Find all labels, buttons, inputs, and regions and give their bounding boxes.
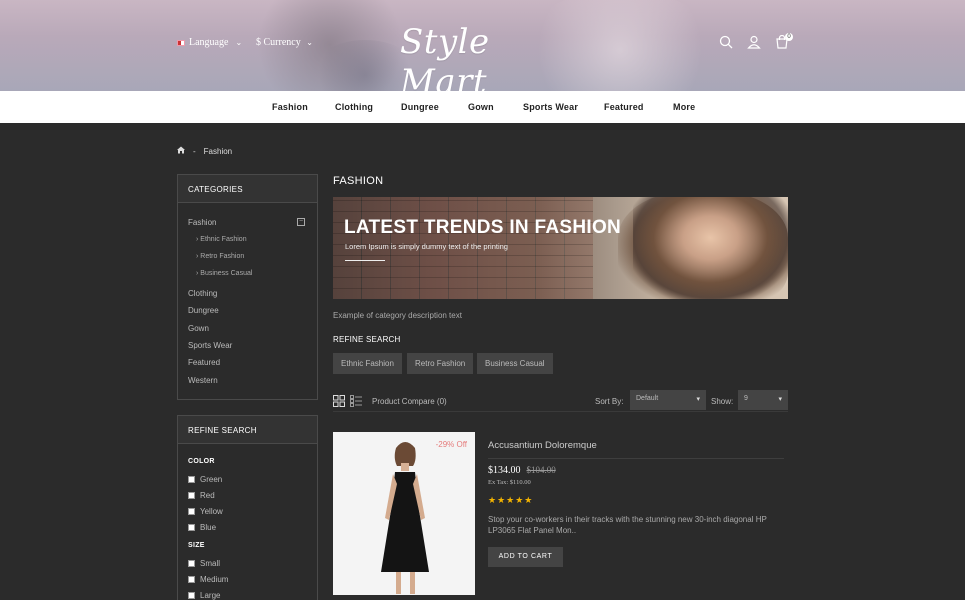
refine-search-title: REFINE SEARCH [178,416,317,444]
breadcrumb: - Fashion [177,146,232,156]
product-price: $134.00 [488,465,521,476]
size-option-medium[interactable]: Medium [188,575,228,584]
list-view-icon[interactable] [350,394,362,407]
ex-tax-price: Ex Tax: $110.00 [488,479,531,486]
discount-label: -29% Off [435,440,467,449]
color-option-green[interactable]: Green [188,475,222,484]
color-filter-label: COLOR [188,458,215,465]
sort-by-select[interactable]: Default ▾ [630,390,706,410]
show-count-select[interactable]: 9 ▾ [738,390,788,410]
product-description: Stop your co-workers in their tracks wit… [488,515,767,535]
nav-item-clothing[interactable]: Clothing [335,102,373,112]
show-label: Show: [711,397,734,406]
product-image[interactable]: -29% Off [333,432,475,595]
nav-item-fashion[interactable]: Fashion [272,102,308,112]
categories-panel: CATEGORIES Fashion − › Ethnic Fashion › … [177,174,318,400]
checkbox[interactable] [188,476,195,483]
language-selector[interactable]: Language ⌄ [177,37,242,48]
product-toolbar: Product Compare (0) Sort By: Default ▾ S… [333,390,788,412]
categories-title: CATEGORIES [178,175,317,203]
checkbox[interactable] [188,524,195,531]
color-option-blue[interactable]: Blue [188,523,216,532]
category-clothing[interactable]: Clothing [188,289,217,298]
subcategory-ethnic-fashion[interactable]: › Ethnic Fashion [196,236,247,243]
nav-item-more[interactable]: More [673,102,695,112]
refine-chip-business-casual[interactable]: Business Casual [477,353,553,374]
category-description: Example of category description text [333,311,462,320]
color-option-red[interactable]: Red [188,491,215,500]
currency-selector[interactable]: $ Currency ⌄ [256,37,313,48]
chevron-down-icon: ⌄ [306,38,313,47]
divider [488,458,784,459]
refine-chip-retro-fashion[interactable]: Retro Fashion [407,353,474,374]
nav-item-featured[interactable]: Featured [604,102,644,112]
search-icon[interactable] [719,35,733,49]
page-title: FASHION [333,175,384,187]
grid-view-icon[interactable] [333,394,345,407]
currency-label: $ Currency [256,37,301,48]
banner-divider [345,260,385,261]
home-icon[interactable] [177,146,185,156]
banner-title: LATEST TRENDS IN FASHION [344,217,622,238]
product-compare-link[interactable]: Product Compare (0) [372,397,447,406]
site-logo[interactable]: Style Mart [400,22,570,102]
subcategory-business-casual[interactable]: › Business Casual [196,270,252,277]
subcategory-retro-fashion[interactable]: › Retro Fashion [196,253,244,260]
size-option-large[interactable]: Large [188,591,220,600]
sort-by-label: Sort By: [595,397,624,406]
refine-search-heading: REFINE SEARCH [333,335,401,344]
sort-by-value: Default [636,395,659,402]
nav-item-dungree[interactable]: Dungree [401,102,439,112]
user-icon[interactable] [747,35,761,49]
product-name[interactable]: Accusantium Doloremque [488,440,597,451]
nav-item-sports-wear[interactable]: Sports Wear [523,102,578,112]
main-nav: Fashion Clothing Dungree Gown Sports Wea… [0,91,965,123]
chevron-down-icon: ⌄ [235,38,243,47]
product-price-row: $134.00 $104.00 [488,465,556,476]
size-filter-label: SIZE [188,542,205,549]
banner-model-face [633,197,788,299]
category-gown[interactable]: Gown [188,324,209,333]
category-banner: LATEST TRENDS IN FASHION Lorem Ipsum is … [333,197,788,299]
checkbox[interactable] [188,508,195,515]
add-to-cart-button[interactable]: ADD TO CART [488,547,563,567]
category-western[interactable]: Western [188,376,218,385]
caret-down-icon: ▾ [696,396,700,403]
checkbox[interactable] [188,560,195,567]
category-fashion[interactable]: Fashion [188,218,216,227]
color-option-yellow[interactable]: Yellow [188,507,223,516]
cart-count-badge: 0 [785,33,793,41]
checkbox[interactable] [188,492,195,499]
nav-item-gown[interactable]: Gown [468,102,494,112]
category-featured[interactable]: Featured [188,358,220,367]
refine-chip-ethnic-fashion[interactable]: Ethnic Fashion [333,353,402,374]
checkbox[interactable] [188,576,195,583]
category-sports-wear[interactable]: Sports Wear [188,341,232,350]
product-old-price: $104.00 [526,465,556,475]
checkbox[interactable] [188,592,195,599]
collapse-icon[interactable]: − [297,218,305,226]
breadcrumb-separator: - [193,146,196,156]
banner-subtitle: Lorem Ipsum is simply dummy text of the … [345,242,508,251]
caret-down-icon: ▾ [778,396,782,403]
dress-model-illustration [381,442,429,594]
language-label: Language [189,37,229,48]
size-option-small[interactable]: Small [188,559,220,568]
show-count-value: 9 [744,395,748,402]
rating-stars-icon: ★★★★★ [488,495,534,505]
category-dungree[interactable]: Dungree [188,306,219,315]
refine-search-panel: REFINE SEARCH COLOR Green Red Yellow Blu… [177,415,318,600]
flag-icon [177,39,185,46]
breadcrumb-current[interactable]: Fashion [204,147,232,156]
